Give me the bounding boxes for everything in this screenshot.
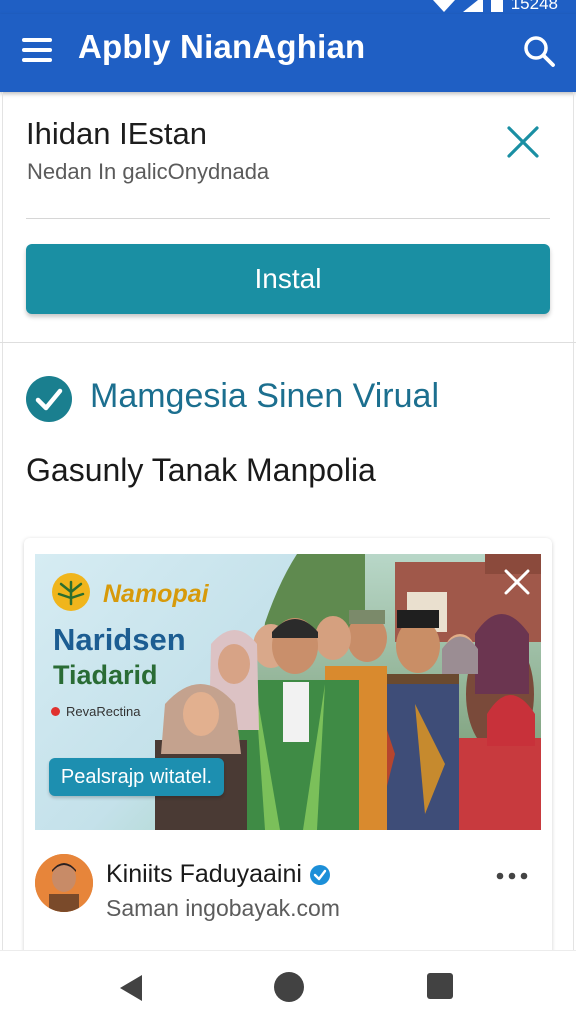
menu-icon[interactable]: [22, 38, 54, 64]
divider: [2, 92, 3, 950]
status-time: 15248: [510, 0, 558, 13]
status-icons: 15248: [432, 0, 558, 14]
back-icon[interactable]: [118, 973, 146, 1003]
divider: [0, 342, 576, 343]
divider: [26, 218, 550, 219]
author-name[interactable]: Kiniits Faduyaaini: [106, 860, 330, 889]
app-title: Apbly NianAghian: [78, 28, 366, 65]
system-navigation-bar: [0, 950, 576, 1024]
ad-small-text: RevaRectina: [51, 704, 140, 719]
install-button[interactable]: Instal: [26, 244, 550, 314]
install-prompt-title: Ihidan IEstan: [26, 116, 207, 151]
wifi-icon: [432, 0, 455, 12]
ad-small-label: RevaRectina: [66, 704, 141, 719]
status-bar: 15248: [0, 0, 576, 14]
signal-icon: [462, 0, 483, 12]
ad-close-icon[interactable]: [501, 566, 533, 598]
ad-headline: Naridsen: [53, 622, 186, 657]
close-icon[interactable]: [506, 125, 540, 159]
main-content: Ihidan IEstan Nedan In galicOnydnada Ins…: [0, 92, 576, 950]
recent-apps-icon[interactable]: [427, 973, 453, 999]
home-icon[interactable]: [274, 972, 304, 1002]
ad-card[interactable]: Namopai Naridsen Tiadarid RevaRectina Pe…: [24, 538, 552, 950]
author-url[interactable]: Saman ingobayak.com: [106, 895, 340, 922]
search-icon[interactable]: [522, 34, 556, 68]
ad-subheadline: Tiadarid: [53, 660, 158, 690]
avatar[interactable]: [35, 854, 93, 912]
install-prompt-subtitle: Nedan In galicOnydnada: [27, 159, 270, 184]
ad-banner[interactable]: Namopai Naridsen Tiadarid RevaRectina Pe…: [35, 554, 541, 830]
app-bar: Apbly NianAghian: [0, 14, 576, 92]
more-options-icon[interactable]: [496, 868, 528, 884]
verified-badge-icon: [309, 864, 330, 885]
red-dot-icon: [51, 707, 60, 716]
avatar-image: [35, 854, 93, 912]
brand-logo-icon: [52, 573, 90, 611]
divider: [573, 92, 574, 950]
ad-brand-name: Namopai: [103, 580, 209, 608]
battery-icon: [490, 0, 503, 12]
verified-title: Mamgesia Sinen Virual: [90, 377, 439, 415]
verified-check-icon: [26, 376, 72, 422]
ad-cta-button[interactable]: Pealsrajp witatel.: [49, 758, 224, 796]
section-subtitle: Gasunly Tanak Manpolia: [26, 452, 376, 488]
author-name-label: Kiniits Faduyaaini: [106, 860, 302, 888]
